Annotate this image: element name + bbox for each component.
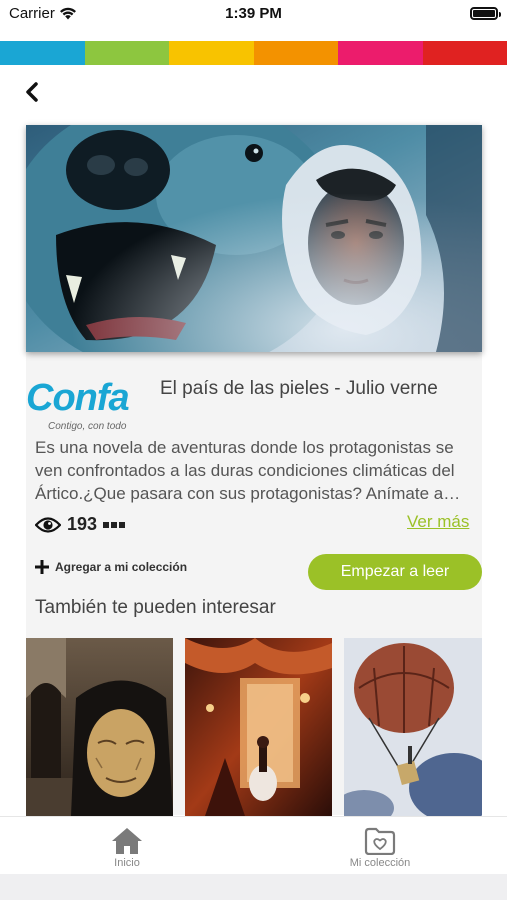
tab-my-collection-label: Mi colección <box>349 857 411 869</box>
book-title: El país de las pieles - Julio verne <box>160 378 438 399</box>
add-to-collection-label: Agregar a mi colección <box>55 560 188 574</box>
book-cover-image <box>26 125 482 352</box>
more-options-icon[interactable] <box>103 521 126 529</box>
confa-logo: Confa Contigo, con todo <box>26 377 141 432</box>
color-band <box>253 41 338 65</box>
color-band <box>169 41 254 65</box>
chevron-left-icon <box>26 82 38 102</box>
bottom-tab-bar: Inicio Mi colección <box>0 816 507 874</box>
status-bar: Carrier 1:39 PM <box>0 0 507 30</box>
folder-heart-icon <box>364 827 396 855</box>
tab-home-label: Inicio <box>114 857 140 869</box>
views-count: 193 <box>67 514 98 534</box>
related-book-cover[interactable] <box>344 638 482 816</box>
color-band <box>84 41 169 65</box>
related-book-cover[interactable] <box>185 638 332 816</box>
related-heading: También te pueden interesar <box>35 597 276 618</box>
related-book-cover[interactable] <box>26 638 173 816</box>
color-band <box>338 41 423 65</box>
views-counter: 193 <box>35 514 126 535</box>
home-indicator-area <box>0 874 507 900</box>
color-band <box>422 41 507 65</box>
book-description: Es una novela de aventuras donde los pro… <box>35 438 461 503</box>
tab-my-collection[interactable]: Mi colección <box>320 827 440 869</box>
see-more-link[interactable]: Ver más <box>407 512 469 532</box>
add-to-collection-button[interactable]: Agregar a mi colección <box>35 560 187 574</box>
home-icon <box>112 828 142 854</box>
eye-icon <box>35 516 61 533</box>
battery-icon <box>470 7 501 20</box>
svg-text:Contigo, con todo: Contigo, con todo <box>48 421 127 432</box>
clock: 1:39 PM <box>225 5 282 22</box>
plus-icon <box>35 560 49 574</box>
start-reading-button[interactable]: Empezar a leer <box>308 554 482 590</box>
back-button[interactable] <box>18 78 48 108</box>
brand-color-strip <box>0 41 507 65</box>
svg-text:Confa: Confa <box>26 377 130 419</box>
tab-home[interactable]: Inicio <box>67 827 187 869</box>
color-band <box>0 41 85 65</box>
